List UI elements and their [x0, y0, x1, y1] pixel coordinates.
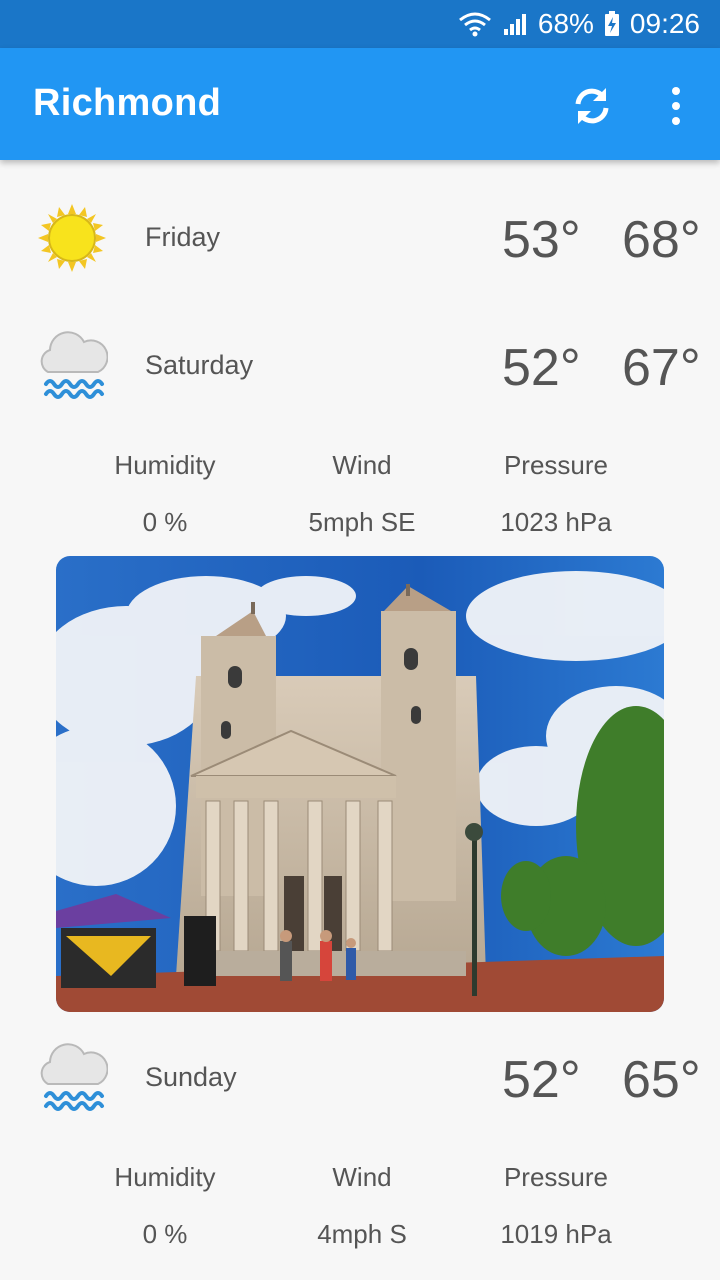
clock: 09:26 — [629, 8, 700, 39]
wifi-icon — [458, 11, 492, 37]
wind-label: Wind — [332, 1162, 392, 1192]
wind-label: Wind — [332, 450, 392, 480]
humidity-block: Humidity 0 % — [65, 450, 265, 538]
wind-block: Wind 4mph S — [262, 1162, 462, 1250]
temp-high: 65° — [622, 1051, 701, 1109]
wind-value: 5mph SE — [308, 507, 416, 537]
wind-value: 4mph S — [317, 1219, 407, 1249]
temp-high: 68° — [622, 211, 701, 269]
status-bar: 68% 09:26 — [0, 0, 720, 48]
day-name: Sunday — [145, 1062, 237, 1092]
pressure-value: 1019 hPa — [500, 1219, 612, 1249]
city-title: Richmond — [33, 82, 222, 124]
pressure-label: Pressure — [503, 450, 609, 480]
forecast-row-saturday[interactable]: Saturday 52° 67° — [0, 312, 720, 422]
details-saturday: Humidity 0 % Wind 5mph SE Pressure 1023 … — [0, 450, 720, 550]
day-name: Saturday — [145, 350, 254, 380]
humidity-block: Humidity 0 % — [65, 1162, 265, 1250]
forecast-row-friday[interactable]: Friday 53° 68° — [0, 184, 720, 294]
rain-cloud-icon — [38, 326, 110, 399]
overflow-menu-button[interactable] — [658, 80, 694, 132]
pressure-label: Pressure — [503, 1162, 609, 1192]
temp-high: 67° — [622, 339, 701, 397]
humidity-label: Humidity — [114, 1162, 216, 1192]
battery-icon — [604, 11, 620, 37]
humidity-label: Humidity — [114, 450, 216, 480]
humidity-value: 0 % — [142, 1219, 188, 1249]
temp-low: 52° — [502, 1051, 581, 1109]
pressure-value: 1023 hPa — [500, 507, 612, 537]
refresh-button[interactable] — [566, 80, 618, 132]
signal-icon — [502, 11, 528, 37]
day-name: Friday — [145, 222, 221, 252]
forecast-row-sunday[interactable]: Sunday 52° 65° — [0, 1024, 720, 1134]
refresh-icon — [575, 88, 609, 124]
temp-low: 52° — [502, 339, 581, 397]
pressure-block: Pressure 1019 hPa — [456, 1162, 656, 1250]
rain-cloud-icon — [38, 1038, 110, 1111]
sun-icon — [38, 204, 110, 276]
temp-low: 53° — [502, 211, 581, 269]
city-photo — [56, 556, 664, 1012]
app-bar: Richmond — [0, 48, 720, 160]
pressure-block: Pressure 1023 hPa — [456, 450, 656, 538]
battery-percent: 68% — [537, 8, 594, 39]
details-sunday: Humidity 0 % Wind 4mph S Pressure 1019 h… — [0, 1162, 720, 1262]
wind-block: Wind 5mph SE — [262, 450, 462, 538]
humidity-value: 0 % — [142, 507, 188, 537]
more-vert-icon — [672, 87, 680, 125]
